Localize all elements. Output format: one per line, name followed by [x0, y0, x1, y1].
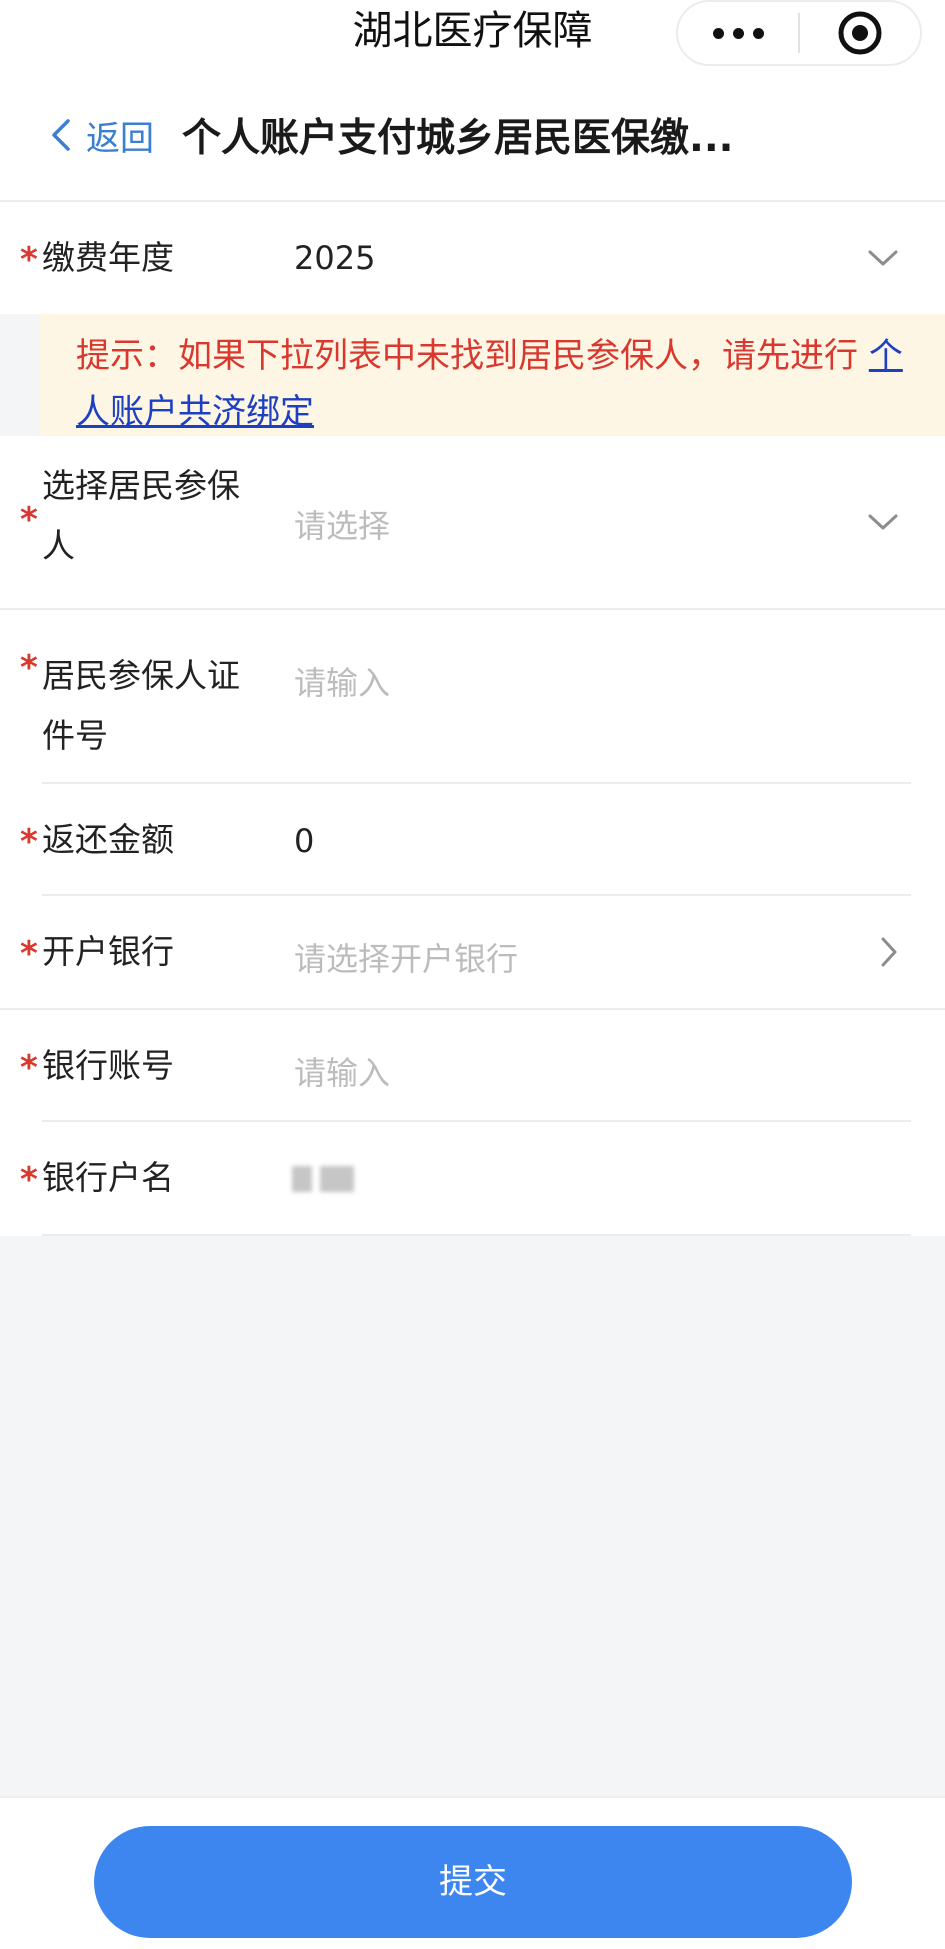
id-number-label-line1: 居民参保人证 [42, 656, 240, 695]
payment-form: * 缴费年度 2025 提示：如果下拉列表中未找到居民参保人，请先进行 个人账户… [0, 202, 945, 1236]
bank-field[interactable]: * 开户银行 请选择开户银行 [0, 896, 945, 1010]
menu-capsule [676, 0, 922, 66]
account-name-field[interactable]: * 银行户名 [0, 1122, 945, 1236]
bank-label: 开户银行 [42, 932, 174, 971]
refund-amount-label: 返还金额 [42, 820, 174, 859]
chevron-left-icon [52, 119, 70, 151]
chevron-down-icon[interactable] [867, 512, 899, 532]
more-button[interactable] [678, 2, 798, 64]
refund-amount-field: * 返还金额 0 [0, 784, 945, 896]
year-label: 缴费年度 [42, 238, 174, 277]
bottom-bar: 提交 [0, 1796, 945, 1949]
account-name-label: 银行户名 [42, 1158, 174, 1197]
notice-text: 提示：如果下拉列表中未找到居民参保人，请先进行 [76, 336, 858, 376]
account-number-field[interactable]: * 银行账号 请输入 [0, 1010, 945, 1122]
required-mark: * [20, 648, 38, 688]
more-dots-icon [712, 27, 764, 39]
target-close-icon [838, 11, 882, 55]
insured-person-label-line2: 人 [42, 526, 75, 565]
account-number-input[interactable]: 请输入 [294, 1048, 390, 1094]
refund-amount-value: 0 [294, 822, 315, 860]
required-mark: * [20, 1160, 38, 1200]
account-number-label: 银行账号 [42, 1046, 174, 1085]
divider [42, 1234, 911, 1236]
mini-program-titlebar: 湖北医疗保障 [0, 0, 945, 70]
insured-person-placeholder[interactable]: 请选择 [294, 501, 390, 547]
required-mark: * [20, 1048, 38, 1088]
id-number-input[interactable]: 请输入 [294, 658, 390, 704]
chevron-down-icon[interactable] [867, 248, 899, 268]
year-value[interactable]: 2025 [294, 239, 375, 277]
notice-box: 提示：如果下拉列表中未找到居民参保人，请先进行 个人账户共济绑定 [40, 314, 945, 436]
required-mark: * [20, 500, 38, 540]
id-number-field[interactable]: * 居民参保人证 件号 请输入 [0, 610, 945, 784]
insured-person-field[interactable]: * 选择居民参保 人 请选择 [0, 436, 945, 610]
id-number-label-line2: 件号 [42, 716, 108, 755]
submit-button[interactable]: 提交 [94, 1826, 852, 1938]
account-name-redacted [292, 1166, 354, 1192]
insured-person-label-line1: 选择居民参保 [42, 466, 240, 505]
required-mark: * [20, 934, 38, 974]
page-title: 个人账户支付城乡居民医保缴... [182, 116, 734, 161]
back-button[interactable]: 返回 [50, 95, 154, 175]
bank-placeholder[interactable]: 请选择开户银行 [294, 934, 518, 980]
required-mark: * [20, 240, 38, 280]
chevron-right-icon[interactable] [879, 936, 899, 968]
required-mark: * [20, 822, 38, 862]
page-header: 返回 个人账户支付城乡居民医保缴... [0, 70, 945, 202]
year-field[interactable]: * 缴费年度 2025 [0, 202, 945, 314]
back-label: 返回 [86, 118, 154, 159]
close-miniprogram-button[interactable] [800, 2, 920, 64]
notice-banner: 提示：如果下拉列表中未找到居民参保人，请先进行 个人账户共济绑定 [0, 314, 945, 436]
